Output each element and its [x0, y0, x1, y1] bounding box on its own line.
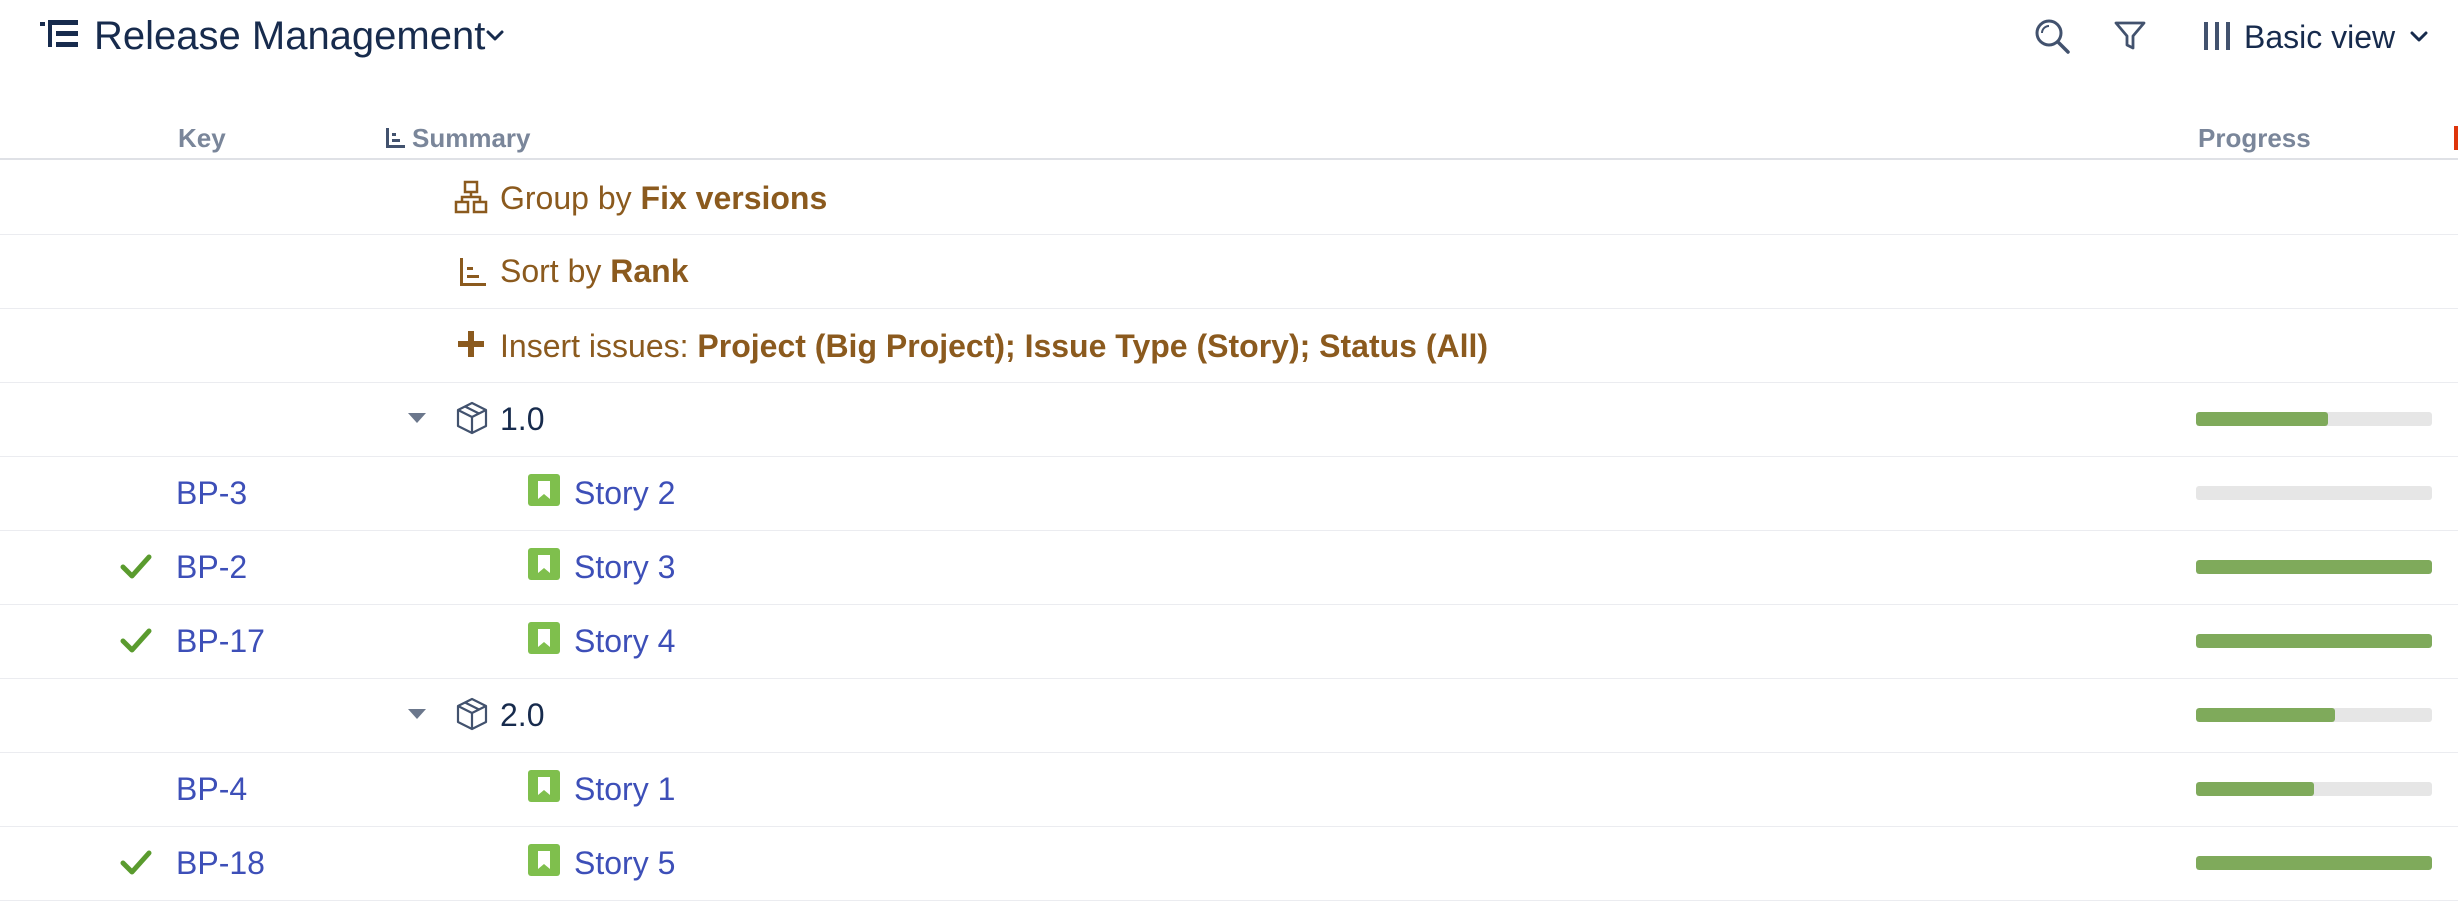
- issue-row[interactable]: BP-4 Story 1: [0, 752, 2458, 827]
- top-bar: Release Management Basic view: [0, 0, 2458, 72]
- issue-key-link[interactable]: BP-3: [176, 473, 247, 513]
- progress-fill: [2196, 634, 2432, 648]
- collapse-caret-icon[interactable]: [406, 706, 428, 722]
- column-header-progress[interactable]: Progress: [2198, 122, 2311, 154]
- group-icon: [454, 180, 488, 214]
- plus-icon: [458, 331, 484, 357]
- collapse-caret-icon[interactable]: [406, 410, 428, 426]
- generator-prefix: Sort by: [500, 253, 611, 289]
- story-icon: [528, 770, 560, 802]
- generator-value: Project (Big Project); Issue Type (Story…: [697, 328, 1489, 364]
- generator-prefix: Group by: [500, 180, 641, 216]
- version-row[interactable]: 1.0: [0, 382, 2458, 457]
- column-header-summary-label: Summary: [412, 123, 531, 153]
- progress-fill: [2196, 560, 2432, 574]
- issue-key-link[interactable]: BP-18: [176, 843, 265, 883]
- issue-row[interactable]: BP-3 Story 2: [0, 456, 2458, 531]
- sort-icon: [460, 258, 486, 286]
- progress-bar: [2196, 634, 2432, 648]
- story-icon: [528, 622, 560, 654]
- generator-value: Fix versions: [640, 180, 828, 216]
- generator-row-sort[interactable]: Sort by Rank: [0, 234, 2458, 309]
- issue-key-link[interactable]: BP-4: [176, 769, 247, 809]
- issue-summary-link[interactable]: Story 3: [574, 547, 675, 587]
- columns-icon: [2204, 22, 2230, 50]
- chevron-down-icon: [2410, 31, 2428, 42]
- check-icon: [120, 628, 152, 653]
- generator-text: Sort by Rank: [500, 251, 689, 291]
- check-icon: [120, 554, 152, 579]
- progress-bar: [2196, 782, 2432, 796]
- issue-summary-link[interactable]: Story 1: [574, 769, 675, 809]
- progress-fill: [2196, 708, 2336, 722]
- package-icon: [456, 697, 488, 731]
- generator-row-insert[interactable]: Insert issues: Project (Big Project); Is…: [0, 308, 2458, 383]
- package-icon: [456, 401, 488, 435]
- story-icon: [528, 474, 560, 506]
- progress-bar: [2196, 708, 2432, 722]
- progress-fill: [2196, 856, 2432, 870]
- generator-row-group[interactable]: Group by Fix versions: [0, 160, 2458, 235]
- generator-prefix: Insert issues:: [500, 328, 698, 364]
- story-icon: [528, 548, 560, 580]
- version-label: 1.0: [500, 401, 545, 437]
- issue-summary-link[interactable]: Story 4: [574, 621, 675, 661]
- chevron-down-icon[interactable]: [484, 25, 506, 47]
- version-label: 2.0: [500, 697, 545, 733]
- generator-text: Group by Fix versions: [500, 178, 827, 218]
- view-selector-button[interactable]: Basic view: [2196, 14, 2436, 58]
- search-icon[interactable]: [2032, 16, 2072, 56]
- issue-row[interactable]: BP-17 Story 4: [0, 604, 2458, 679]
- column-header-row: Key Summary Progress: [0, 112, 2458, 160]
- issue-row[interactable]: BP-18 Story 5: [0, 826, 2458, 901]
- generator-text: Insert issues: Project (Big Project); Is…: [500, 326, 1488, 366]
- progress-bar: [2196, 412, 2432, 426]
- column-resize-marker: [2454, 126, 2458, 150]
- issue-summary-link[interactable]: Story 2: [574, 473, 675, 513]
- view-selector-label: Basic view: [2244, 19, 2396, 55]
- progress-bar: [2196, 856, 2432, 870]
- story-icon: [528, 844, 560, 876]
- structure-icon[interactable]: [40, 18, 80, 52]
- issue-key-link[interactable]: BP-17: [176, 621, 265, 661]
- issue-key-link[interactable]: BP-2: [176, 547, 247, 587]
- check-icon: [120, 850, 152, 875]
- issue-row[interactable]: BP-2 Story 3: [0, 530, 2458, 605]
- version-row[interactable]: 2.0: [0, 678, 2458, 753]
- progress-bar: [2196, 560, 2432, 574]
- filter-icon[interactable]: [2112, 18, 2148, 54]
- page-title[interactable]: Release Management: [94, 10, 485, 62]
- progress-fill: [2196, 412, 2329, 426]
- generator-value: Rank: [610, 253, 689, 289]
- issue-summary-link[interactable]: Story 5: [574, 843, 675, 883]
- progress-bar: [2196, 486, 2432, 500]
- column-header-key[interactable]: Key: [178, 122, 226, 154]
- sort-icon: [386, 128, 405, 148]
- progress-fill: [2196, 782, 2314, 796]
